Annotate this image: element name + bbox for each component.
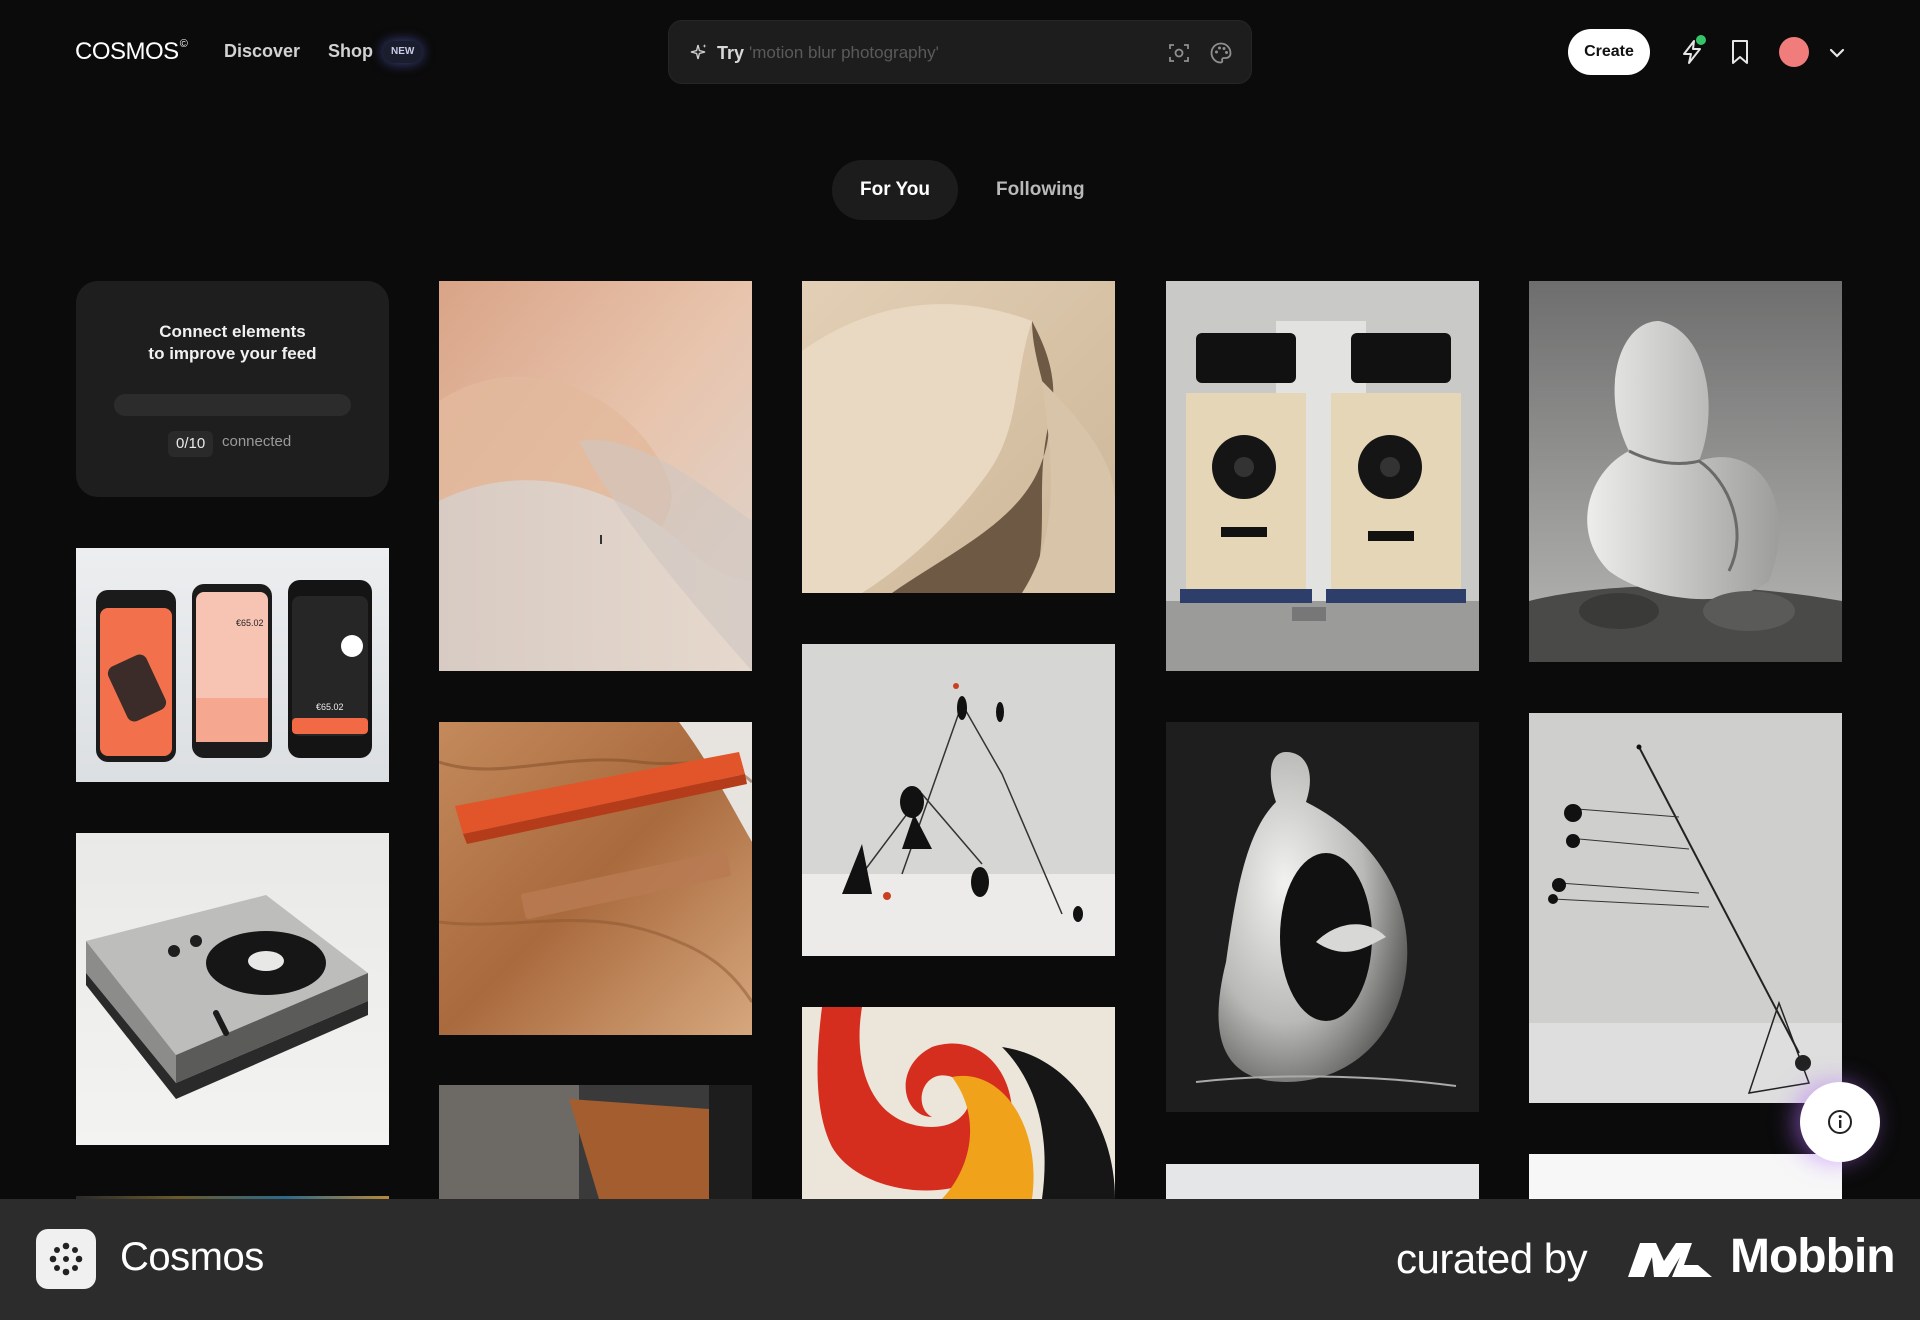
notification-dot [1696,35,1706,45]
svg-text:€65.02: €65.02 [236,618,264,628]
chevron-down-icon[interactable] [1828,46,1846,60]
search-bar[interactable]: Try [668,20,1252,84]
nav-shop-link[interactable]: Shop [328,41,373,62]
bw-ceramic-vessel-image [1166,722,1479,1112]
feed-tile-sand-dunes[interactable] [439,281,752,671]
sparkle-icon [690,44,707,60]
palette-icon[interactable] [1209,41,1233,65]
feed-tile-calder-mobile[interactable] [802,644,1115,956]
search-input[interactable] [749,35,1109,71]
create-button[interactable]: Create [1568,29,1650,75]
feed-tile-ribbon-sculpture[interactable] [1529,281,1842,662]
tab-following[interactable]: Following [968,160,1113,220]
avatar[interactable] [1779,37,1809,67]
bw-wire-mobile-image [1529,713,1842,1103]
desert-dune-shadow-image [802,281,1115,593]
connect-card-title: Connect elements to improve your feed [148,322,317,363]
feed-tile-wood-interior[interactable] [439,1085,752,1199]
search-try-label: Try [717,43,745,63]
info-icon [1828,1110,1852,1134]
feed-tile-finance-app[interactable]: €65.02 €65.02 [76,548,389,782]
connect-progress-bar [114,394,351,416]
speakers-on-carts-image [1166,281,1479,671]
mobbin-brand: Mobbin [1730,1230,1896,1283]
orange-comb-in-hair-image [439,722,752,1035]
red-orange-black-swirl-art-image [802,1007,1115,1199]
connect-elements-card: Connect elements to improve your feed 0/… [76,281,389,497]
feed-tile-ceramic-vessel[interactable] [1166,722,1479,1112]
nav-discover-link[interactable]: Discover [224,41,300,62]
turntable-product-image [76,833,389,1145]
calder-mobile-sculpture-image [802,644,1115,956]
svg-text:€65.02: €65.02 [316,702,344,712]
top-navigation-bar: COSMOS© Discover Shop NEW Try Create [0,0,1920,104]
tab-for-you[interactable]: For You [832,160,959,220]
feed-tile-comb-hair[interactable] [439,722,752,1035]
feed-tile-partial-gray[interactable] [1166,1164,1479,1200]
bw-ribbon-sculpture-image [1529,281,1842,662]
connected-label: connected [222,433,292,450]
wood-metal-interior-image [439,1085,752,1199]
curation-footer-bar: Cosmos curated by Mobbin [0,1199,1920,1320]
feed-tile-desert-dune[interactable] [802,281,1115,593]
mobbin-logo-icon [1628,1243,1712,1277]
feed-tile-wire-mobile[interactable] [1529,713,1842,1103]
curated-by-label: curated by [1396,1235,1588,1282]
new-badge: NEW [383,41,423,63]
bookmark-icon[interactable] [1728,38,1752,66]
footer-app-name: Cosmos [120,1235,264,1279]
feed-tile-turntable[interactable] [76,833,389,1145]
cosmos-logo[interactable]: COSMOS© [75,38,188,66]
cosmos-app-icon [36,1229,96,1289]
feed-tile-partial-white[interactable] [1529,1154,1842,1200]
feed-tile-speakers[interactable] [1166,281,1479,671]
finance-app-screens-image: €65.02 €65.02 [76,548,389,782]
feed-tile-swirl-art[interactable] [802,1007,1115,1199]
lens-search-icon[interactable] [1167,41,1191,65]
connected-count: 0/10 [168,431,214,457]
info-button[interactable] [1800,1082,1880,1162]
peach-sand-dunes-image [439,281,752,671]
